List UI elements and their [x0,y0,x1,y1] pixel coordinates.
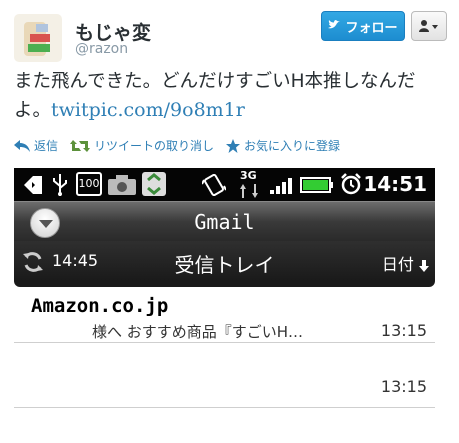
attached-photo[interactable]: 100 3G 14:51 Gmail 14:45 受信トレイ 日付 Amazon… [14,168,435,443]
battery-100-icon: 100 [76,172,102,196]
row-divider [14,407,435,408]
screen-name[interactable]: @razon [75,41,128,57]
3g-arrows-icon [240,184,258,198]
favorite-action[interactable]: お気に入りに登録 [226,137,340,154]
user-dropdown-icon [419,20,438,32]
follow-button-label: フォロー [345,20,398,36]
inbox-title: 受信トレイ [174,253,275,277]
sort-label: 日付 [381,255,414,274]
status-time: 14:51 [363,172,427,196]
reply-label: 返信 [34,139,59,153]
android-status-bar: 100 3G 14:51 [14,168,435,201]
tweet-actions: 返信 リツイートの取り消し お気に入りに登録 [14,137,340,154]
app-title: Gmail [194,210,255,234]
mail-snippet: 様へ おすすめ商品『すごいH… [92,323,304,341]
list-top-edge [14,281,435,287]
mail-sender: Amazon.co.jp [31,295,169,317]
favorite-label: お気に入りに登録 [244,139,341,153]
user-menu-button[interactable] [411,11,447,41]
recycle-icon [142,172,166,196]
battery-icon [300,177,333,193]
follow-button[interactable]: フォロー [321,11,405,41]
reply-icon [14,139,30,152]
mail-time: 13:15 [380,377,427,396]
gmail-title-bar: Gmail [14,201,435,241]
retweet-label: リツイートの取り消し [94,139,215,153]
reply-action[interactable]: 返信 [14,137,58,154]
usb-icon [53,174,67,196]
mail-time: 13:15 [380,321,427,340]
row-divider [14,342,435,343]
bird-icon [328,19,341,33]
alarm-icon [341,173,361,195]
retweet-action[interactable]: リツイートの取り消し [70,137,214,154]
vibrate-icon [202,174,226,196]
retweet-icon [70,139,91,152]
inbox-header: 14:45 受信トレイ 日付 [14,241,435,281]
3g-icon: 3G [240,169,257,182]
twitpic-link[interactable]: twitpic.com/9o8m1r [51,99,245,121]
star-icon [226,138,241,153]
mail-list: Amazon.co.jp 様へ おすすめ商品『すごいH… 13:15 13:15 [14,281,435,443]
arrow-down-icon [419,259,429,272]
notification-icon [24,176,42,194]
tweet-text: また飛んできた。どんだけすごいH本推しなんだよ。twitpic.com/9o8m… [14,68,452,125]
avatar[interactable] [14,14,62,62]
sort-dropdown[interactable]: 日付 [382,251,429,275]
signal-icon [270,178,292,194]
camera-icon [108,175,136,195]
